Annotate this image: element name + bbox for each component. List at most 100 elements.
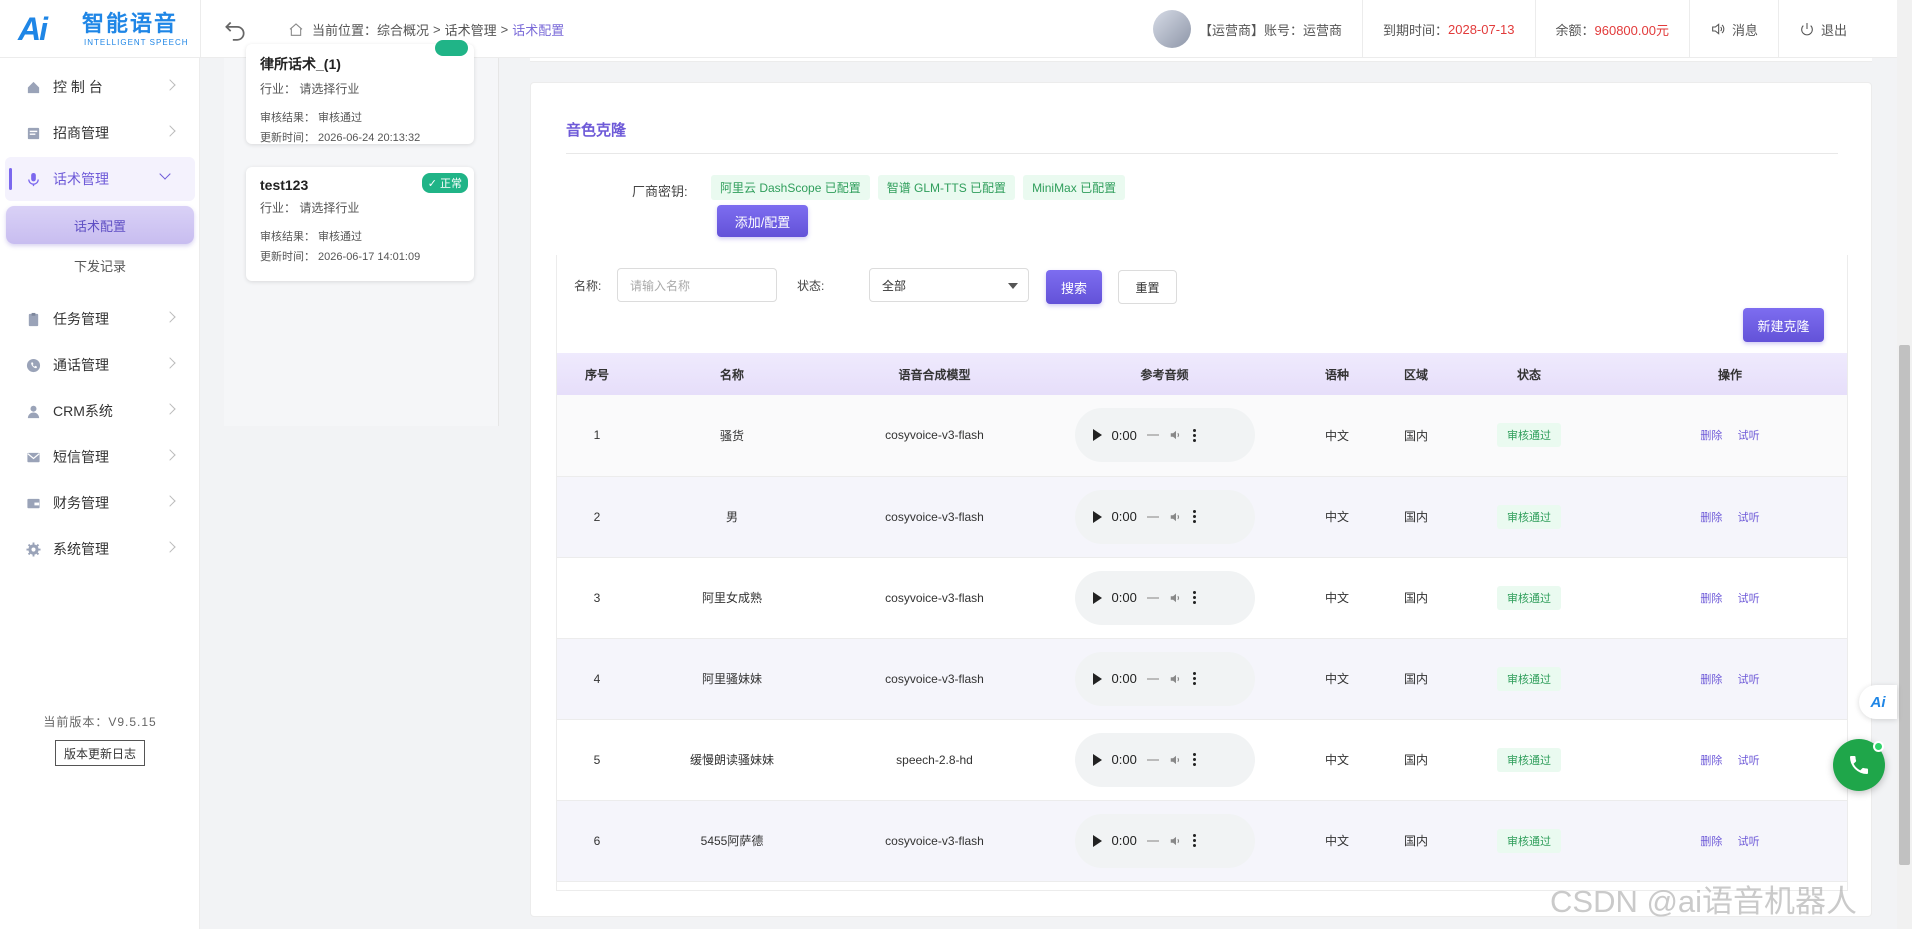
sidebar-item-crm[interactable]: CRM系统 [0,389,200,433]
delete-link[interactable]: 删除 [1700,512,1722,524]
audio-progress[interactable] [1146,596,1159,599]
sidebar-item-finance[interactable]: 财务管理 [0,481,200,525]
status-tag: 审核通过 [1497,423,1561,448]
power-icon [1801,23,1813,36]
delete-link[interactable]: 删除 [1700,430,1722,442]
volume-icon[interactable] [1169,753,1183,767]
more-options-icon[interactable] [1192,591,1196,604]
ai-assistant-button[interactable]: Ai [1859,685,1897,719]
app-logo[interactable]: Ai 智能语音 INTELLIGENT SPEECH [18,11,190,48]
audio-progress[interactable] [1146,434,1159,437]
cell-status: 审核通过 [1445,719,1613,800]
volume-icon[interactable] [1169,428,1183,442]
reset-button[interactable]: 重置 [1118,270,1177,304]
table-row: 1 骚货 cosyvoice-v3-flash 0:00 中文 国内 审核通过 … [557,395,1847,476]
audio-player: 0:00 [1074,489,1255,544]
sidebar-item-system[interactable]: 系统管理 [0,527,200,571]
play-icon[interactable] [1092,753,1102,766]
listen-link[interactable]: 试听 [1738,593,1760,605]
delete-link[interactable]: 删除 [1700,755,1722,767]
table-header: 序号 名称 语音合成模型 参考音频 语种 区域 状态 操作 [557,353,1847,395]
more-options-icon[interactable] [1192,672,1196,685]
breadcrumb-item[interactable]: 综合概况 [377,20,429,39]
play-icon[interactable] [1092,429,1102,442]
more-options-icon[interactable] [1192,834,1196,847]
version-log-button[interactable]: 版本更新日志 [55,740,145,766]
script-card[interactable]: 律所话术_(1) 行业： 请选择行业 审核结果： 审核通过 更新时间： 2026… [246,40,474,144]
audio-progress[interactable] [1146,758,1159,761]
status-tag: 审核通过 [1497,828,1561,853]
breadcrumb-item[interactable]: 话术管理 [445,20,497,39]
play-icon[interactable] [1092,591,1102,604]
audio-player: 0:00 [1074,732,1255,787]
play-icon[interactable] [1092,672,1102,685]
balance-value: 960800.00元 [1594,22,1669,38]
cell-status: 审核通过 [1445,476,1613,557]
message-button[interactable]: 消息 [1688,0,1778,58]
scrollbar-thumb[interactable] [1899,345,1910,865]
clone-table: 序号 名称 语音合成模型 参考音频 语种 区域 状态 操作 1 骚货 cosyv… [557,353,1847,882]
play-icon[interactable] [1092,510,1102,523]
listen-link[interactable]: 试听 [1738,512,1760,524]
delete-link[interactable]: 删除 [1700,593,1722,605]
cell-no: 6 [593,833,601,848]
column-header: 操作 [1717,367,1742,382]
name-search-input[interactable]: 请输入名称 [617,268,777,302]
listen-link[interactable]: 试听 [1738,674,1760,686]
volume-icon[interactable] [1169,672,1183,686]
sidebar-item-call[interactable]: 通话管理 [0,343,200,387]
page-scrollbar[interactable] [1897,0,1912,929]
sidebar-item-label: 招商管理 [53,125,109,141]
audio-time: 0:00 [1111,833,1137,848]
script-card[interactable]: ✓ 正常 test123 行业： 请选择行业 审核结果： 审核通过 更新时间： … [246,167,474,281]
sidebar-item-task[interactable]: 任务管理 [0,297,200,341]
audio-time: 0:00 [1111,509,1137,524]
listen-link[interactable]: 试听 [1738,430,1760,442]
volume-icon[interactable] [1169,510,1183,524]
account-info: 【运营商】账号：运营商 [1152,0,1362,58]
voice-clone-panel: 音色克隆 厂商密钥: 阿里云 DashScope 已配置 智谱 GLM-TTS … [530,82,1872,917]
vendor-tag: MiniMax 已配置 [1023,175,1126,200]
delete-link[interactable]: 删除 [1700,674,1722,686]
sidebar-sub-script-config[interactable]: 话术配置 [6,206,194,244]
listen-link[interactable]: 试听 [1738,836,1760,848]
cell-model: cosyvoice-v3-flash [885,509,984,524]
status-select[interactable]: 全部 [869,268,1029,302]
play-icon[interactable] [1092,834,1102,847]
table-row: 4 阿里骚妹妹 cosyvoice-v3-flash 0:00 中文 国内 审核… [557,638,1847,719]
search-button[interactable]: 搜索 [1046,270,1102,304]
chevron-right-icon [164,311,176,323]
listen-link[interactable]: 试听 [1738,755,1760,767]
more-options-icon[interactable] [1192,753,1196,766]
cell-no: 5 [593,752,601,767]
audio-progress[interactable] [1146,839,1159,842]
sidebar-sub-dispatch-log[interactable]: 下发记录 [6,246,194,284]
new-clone-button[interactable]: 新建克隆 [1743,308,1824,342]
cell-region: 国内 [1403,428,1428,443]
phone-float-button[interactable] [1833,739,1885,791]
logout-button[interactable]: 退出 [1777,0,1897,58]
sidebar-item-business[interactable]: 招商管理 [0,111,200,155]
sidebar-item-label: 财务管理 [53,495,109,511]
sidebar-item-sms[interactable]: 短信管理 [0,435,200,479]
volume-icon[interactable] [1169,591,1183,605]
more-options-icon[interactable] [1192,428,1196,442]
audio-progress[interactable] [1146,515,1159,518]
more-options-icon[interactable] [1192,510,1196,523]
volume-icon[interactable] [1169,834,1183,848]
column-header: 状态 [1516,367,1541,382]
sidebar-item-script[interactable]: 话术管理 [5,157,195,201]
audio-progress[interactable] [1146,677,1159,680]
vendor-key-label: 厂商密钥: [632,184,688,199]
caret-down-icon [1008,283,1018,289]
table-body: 1 骚货 cosyvoice-v3-flash 0:00 中文 国内 审核通过 … [557,395,1847,881]
avatar[interactable] [1152,10,1191,48]
sidebar-item-dashboard[interactable]: 控 制 台 [0,65,200,109]
logo-cn-text: 智能语音 [82,11,179,36]
add-config-button[interactable]: 添加/配置 [717,205,808,237]
cell-no: 1 [593,428,601,443]
column-header: 语音合成模型 [898,367,971,382]
back-icon[interactable] [222,16,248,42]
audio-player: 0:00 [1074,570,1255,625]
delete-link[interactable]: 删除 [1700,836,1722,848]
